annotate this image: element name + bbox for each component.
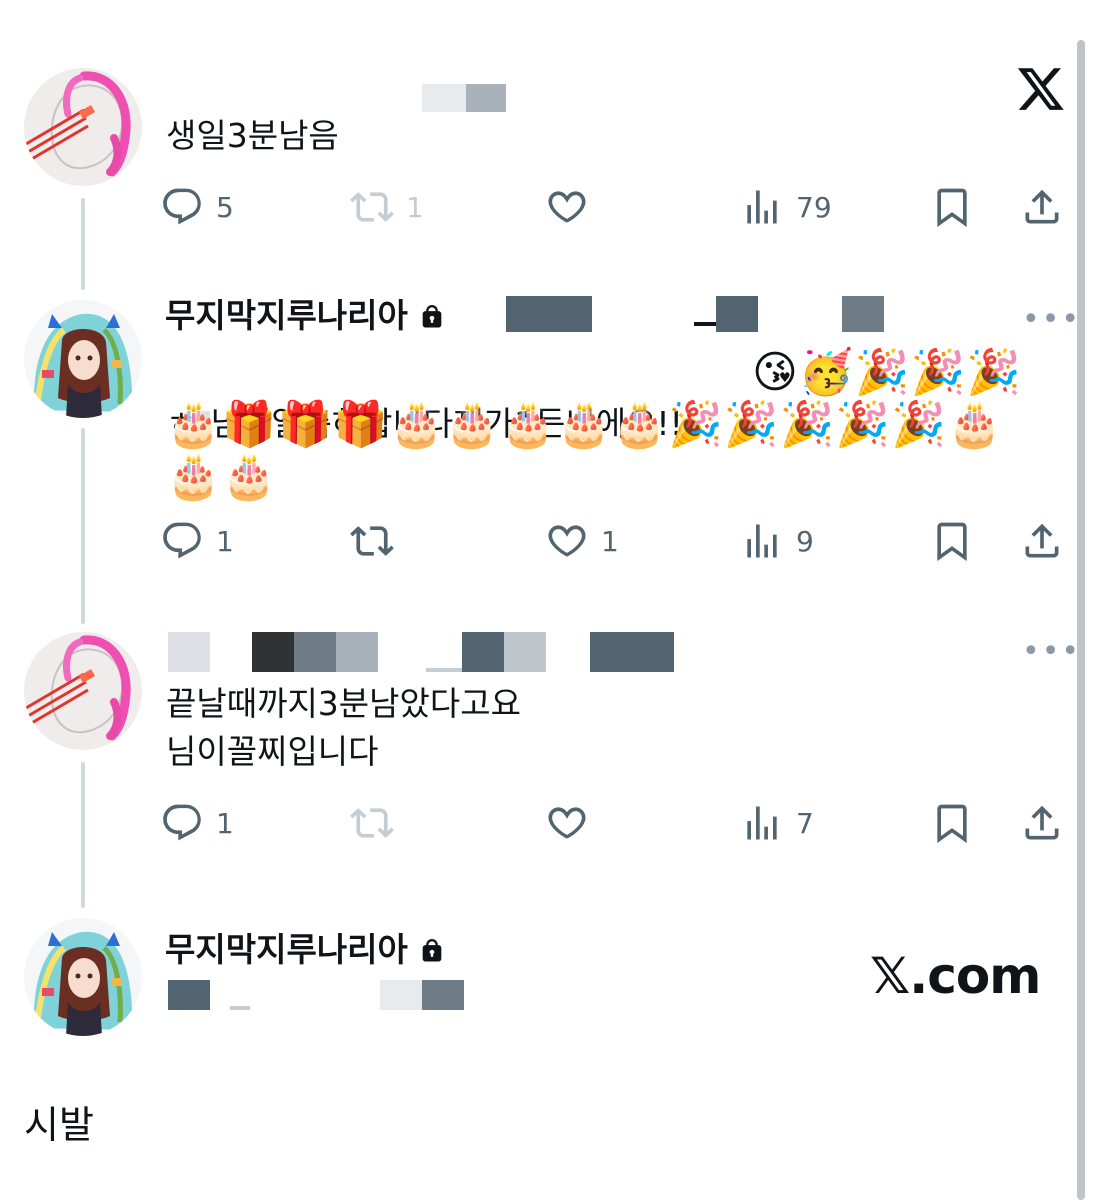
- caption-text: 시발: [24, 1103, 94, 1147]
- reply-icon: [163, 188, 201, 225]
- redacted-handle: [230, 1006, 250, 1010]
- avatar[interactable]: [24, 632, 142, 750]
- tweet-actions: 1 1 9: [160, 516, 1070, 566]
- views-icon: [747, 524, 777, 558]
- views-count: 9: [796, 524, 814, 558]
- repost-button[interactable]: [350, 798, 394, 848]
- emoji-row: 🎂🎂: [166, 451, 278, 502]
- avatar[interactable]: [24, 68, 142, 186]
- reply-button[interactable]: 1: [160, 798, 234, 848]
- views-count: 7: [796, 806, 814, 840]
- reply-button[interactable]: 5: [160, 182, 234, 232]
- redacted-name: [168, 632, 210, 672]
- emoji-row: 🎂🎁🎁🎁🎂🎂🎂🎂🎂🎉🎉🎉🎉🎉🎂: [166, 399, 1003, 450]
- avatar[interactable]: [24, 918, 142, 1036]
- lock-icon: [418, 301, 446, 331]
- bookmark-icon: [937, 804, 967, 844]
- bookmark-icon: [937, 188, 967, 228]
- views-icon: [747, 806, 777, 840]
- views-count: 79: [796, 190, 832, 224]
- bookmark-icon: [937, 522, 967, 562]
- heart-icon: [548, 525, 586, 557]
- redacted-name: [294, 632, 336, 672]
- bookmark-button[interactable]: [930, 516, 974, 566]
- reply-button[interactable]: 1: [160, 516, 234, 566]
- repost-button[interactable]: [350, 516, 394, 566]
- tweet-text: 생일3분남음: [166, 116, 339, 155]
- views-button[interactable]: 9: [740, 516, 814, 566]
- share-icon: [1025, 523, 1059, 558]
- display-name-text: 무지막지루나리아: [165, 930, 408, 969]
- thread-connector: [81, 428, 85, 624]
- redacted-timestamp: [590, 632, 674, 672]
- share-button[interactable]: [1020, 798, 1064, 848]
- redacted-timestamp: [842, 296, 884, 332]
- scrollbar[interactable]: [1077, 40, 1085, 1200]
- repost-button[interactable]: 1: [350, 182, 424, 232]
- tweet-actions: 1 7: [160, 798, 1070, 848]
- tweet-text: 끝날때까지3분남았다고요 님이꼴찌입니다: [166, 684, 521, 771]
- share-icon: [1025, 805, 1059, 840]
- reply-icon: [163, 804, 201, 841]
- redacted-handle: [462, 632, 504, 672]
- like-count: 1: [601, 524, 619, 558]
- bookmark-button[interactable]: [930, 182, 974, 232]
- redacted-handle: [694, 322, 718, 326]
- heart-icon: [548, 807, 586, 839]
- reply-count: 1: [216, 806, 234, 840]
- repost-count: 1: [406, 190, 424, 224]
- redacted-handle: [466, 84, 506, 112]
- redacted-handle: [426, 668, 462, 672]
- repost-icon: [350, 808, 394, 838]
- redacted-handle: [422, 84, 466, 112]
- redacted-name: [252, 632, 294, 672]
- thread-connector: [81, 198, 85, 290]
- heart-icon: [548, 191, 586, 223]
- views-icon: [747, 190, 777, 224]
- reply-count: 5: [216, 190, 234, 224]
- x-logo-icon: [1016, 62, 1066, 114]
- redacted-handle: [506, 296, 592, 332]
- views-button[interactable]: 79: [740, 182, 832, 232]
- share-button[interactable]: [1020, 516, 1064, 566]
- more-options-icon[interactable]: •••: [1022, 637, 1081, 667]
- like-button[interactable]: [545, 182, 589, 232]
- display-name[interactable]: 무지막지루나리아: [165, 296, 446, 336]
- redacted-handle: [422, 980, 464, 1010]
- like-button[interactable]: [545, 798, 589, 848]
- avatar[interactable]: [24, 300, 142, 418]
- display-name[interactable]: 무지막지루나리아: [165, 930, 446, 970]
- tweet-actions: 5 1 79: [160, 182, 1070, 232]
- views-button[interactable]: 7: [740, 798, 814, 848]
- emoji-row: 😘🥳🎉🎉🎉: [752, 347, 1023, 398]
- more-options-icon[interactable]: •••: [1022, 305, 1081, 335]
- redacted-handle: [168, 980, 210, 1010]
- share-button[interactable]: [1020, 182, 1064, 232]
- repost-icon: [350, 526, 394, 556]
- repost-icon: [350, 192, 394, 222]
- share-icon: [1025, 189, 1059, 224]
- x-com-watermark: 𝕏.com: [870, 947, 1041, 1005]
- display-name-text: 무지막지루나리아: [165, 296, 408, 335]
- redacted-handle: [504, 632, 546, 672]
- redacted-handle: [716, 296, 758, 332]
- lock-icon: [418, 935, 446, 965]
- reply-icon: [163, 522, 201, 559]
- bookmark-button[interactable]: [930, 798, 974, 848]
- redacted-name: [336, 632, 378, 672]
- reply-count: 1: [216, 524, 234, 558]
- redacted-handle: [380, 980, 422, 1010]
- thread-connector: [81, 762, 85, 908]
- like-button[interactable]: 1: [545, 516, 619, 566]
